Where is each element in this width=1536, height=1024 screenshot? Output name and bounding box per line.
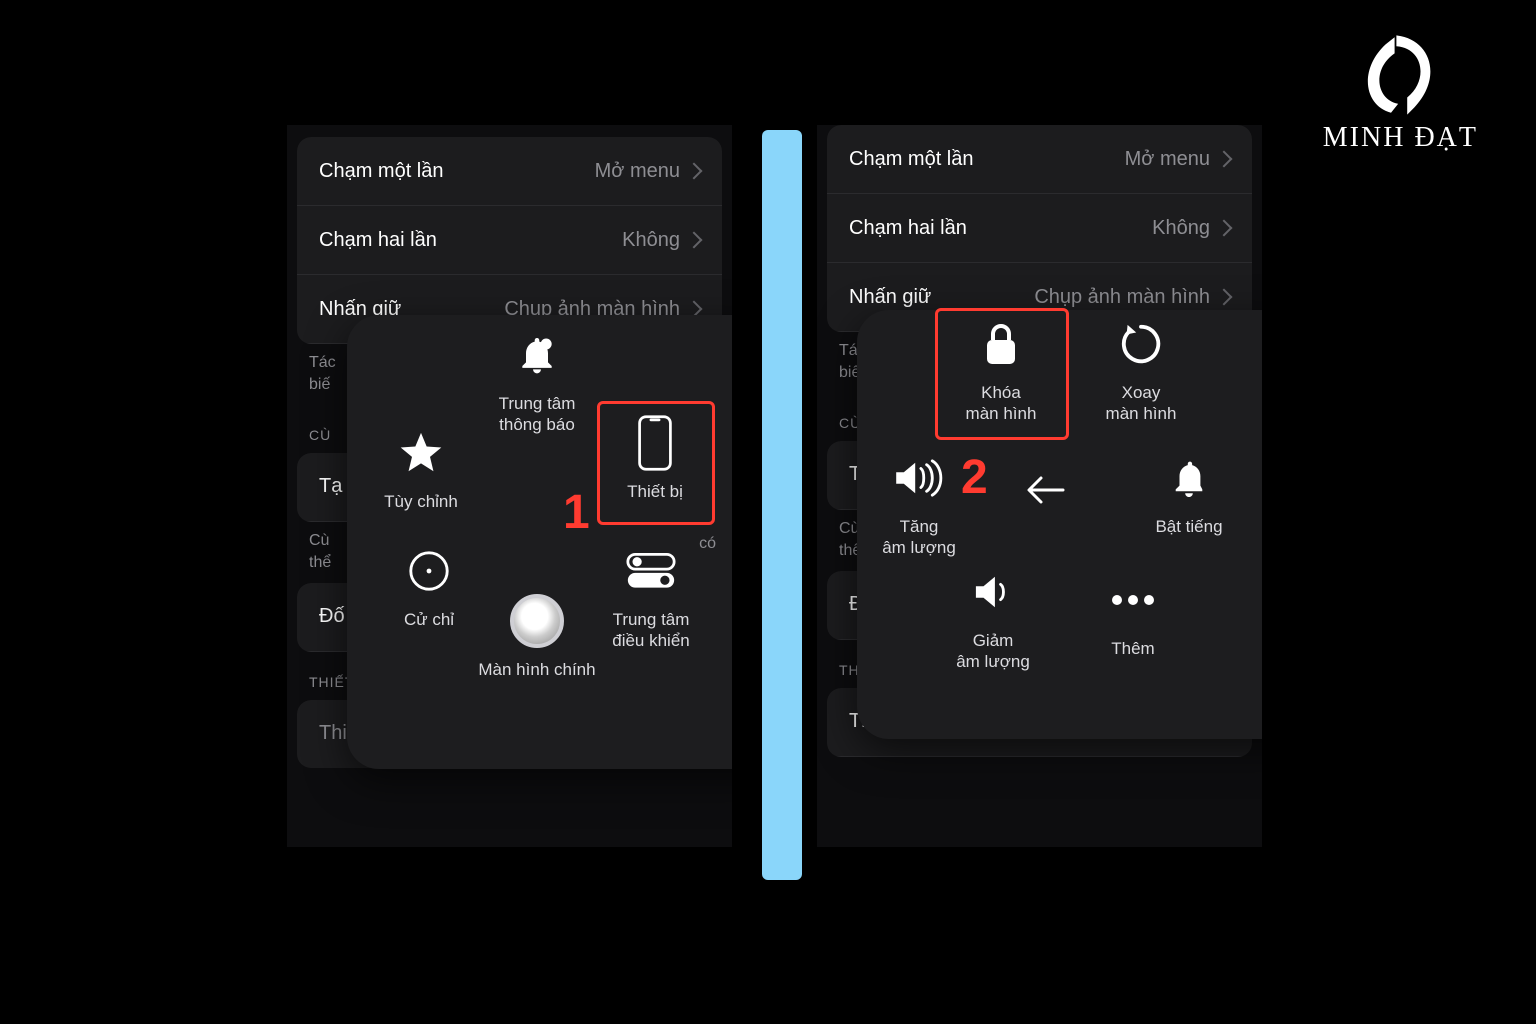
at-item-back[interactable] xyxy=(1005,462,1085,518)
at-item-volume-down[interactable]: Giảm âm lượng xyxy=(933,564,1053,673)
tutorial-card: Chạm một lần Mở menu Chạm hai lần Không … xyxy=(117,45,1327,850)
more-icon xyxy=(1105,572,1161,628)
bell-icon xyxy=(1161,450,1217,506)
at-item-device[interactable]: Thiết bị xyxy=(595,415,715,502)
at-item-control-center[interactable]: Trung tâm điều khiển xyxy=(591,543,711,652)
chevron-right-icon xyxy=(686,232,703,249)
step-number-1: 1 xyxy=(563,485,590,540)
bell-badge-icon xyxy=(509,327,565,383)
settings-row-double-tap[interactable]: Chạm hai lần Không xyxy=(297,206,722,275)
chevron-right-icon xyxy=(686,163,703,180)
at-item-notification-center[interactable]: Trung tâm thông báo xyxy=(477,327,597,436)
at-item-home[interactable]: Màn hình chính xyxy=(477,593,597,680)
arrow-left-icon xyxy=(1017,462,1073,518)
brand-mark-icon xyxy=(1345,30,1455,120)
brand-name: MINH ĐẠT xyxy=(1323,122,1478,154)
volume-down-icon xyxy=(965,564,1021,620)
at-item-gesture[interactable]: Cử chỉ xyxy=(369,543,489,630)
at-item-lock-screen[interactable]: Khóa màn hình xyxy=(941,316,1061,425)
at-item-more[interactable]: Thêm xyxy=(1073,572,1193,659)
chevron-right-icon xyxy=(1216,220,1233,237)
assistivetouch-menu[interactable]: Trung tâm thông báo Tùy chỉnh Thiết bị xyxy=(347,315,732,769)
assistivetouch-device-menu[interactable]: Khóa màn hình Xoay màn hình Tăng âm lượn… xyxy=(857,310,1262,739)
chevron-right-icon xyxy=(1216,289,1233,306)
rotate-icon xyxy=(1113,316,1169,372)
phone-panel-left: Chạm một lần Mở menu Chạm hai lần Không … xyxy=(287,125,732,847)
control-center-icon xyxy=(623,543,679,599)
settings-row-double-tap[interactable]: Chạm hai lần Không xyxy=(827,194,1252,263)
phone-icon xyxy=(627,415,683,471)
chevron-right-icon xyxy=(1216,151,1233,168)
at-item-customize[interactable]: Tùy chỉnh xyxy=(361,425,481,512)
star-icon xyxy=(393,425,449,481)
phone-panel-right: Chạm một lần Mở menu Chạm hai lần Không … xyxy=(817,125,1262,847)
home-button-icon xyxy=(509,593,565,649)
at-item-ring-on[interactable]: Bật tiếng xyxy=(1129,450,1249,537)
note-fragment: có xyxy=(699,533,716,555)
brand-logo: MINH ĐẠT xyxy=(1323,30,1478,154)
step-number-2: 2 xyxy=(961,450,988,505)
settings-row-single-tap[interactable]: Chạm một lần Mở menu xyxy=(827,125,1252,194)
gesture-icon xyxy=(401,543,457,599)
panel-separator xyxy=(762,130,802,880)
volume-up-icon xyxy=(891,450,947,506)
lock-icon xyxy=(973,316,1029,372)
at-item-rotate-screen[interactable]: Xoay màn hình xyxy=(1081,316,1201,425)
settings-row-single-tap[interactable]: Chạm một lần Mở menu xyxy=(297,137,722,206)
